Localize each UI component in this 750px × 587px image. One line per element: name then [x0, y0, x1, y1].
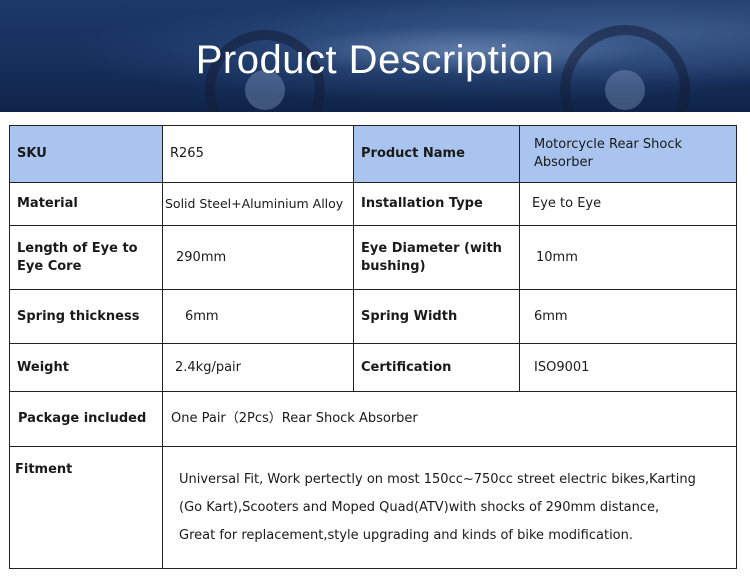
label-eye-diameter: Eye Diameter (with bushing) — [353, 225, 520, 290]
value-weight: 2.4kg/pair — [162, 343, 354, 392]
banner: Product Description — [0, 0, 750, 112]
value-certification: ISO9001 — [519, 343, 737, 392]
table-row: Length of Eye to Eye Core 290mm Eye Diam… — [9, 225, 737, 290]
table-row: SKU R265 Product Name Motorcycle Rear Sh… — [9, 125, 737, 183]
table-row: Spring thickness 6mm Spring Width 6mm — [9, 289, 737, 344]
value-spring-thickness: 6mm — [162, 289, 354, 344]
fitment-line: Great for replacement,style upgrading an… — [179, 527, 634, 543]
label-package-included: Package included — [9, 391, 163, 447]
value-fitment: Universal Fit, Work pertectly on most 15… — [162, 446, 737, 569]
label-weight: Weight — [9, 343, 163, 392]
value-spring-width: 6mm — [519, 289, 737, 344]
table-row: Weight 2.4kg/pair Certification ISO9001 — [9, 343, 737, 392]
value-sku: R265 — [162, 125, 354, 183]
value-eye-length: 290mm — [162, 225, 354, 290]
page-title: Product Description — [195, 38, 555, 82]
label-spring-thickness: Spring thickness — [9, 289, 163, 344]
label-sku: SKU — [9, 125, 163, 183]
value-eye-diameter: 10mm — [519, 225, 737, 290]
spec-table: SKU R265 Product Name Motorcycle Rear Sh… — [9, 125, 737, 569]
table-row: Material Solid Steel+Aluminium Alloy Ins… — [9, 182, 737, 226]
value-installation-type: Eye to Eye — [519, 182, 737, 226]
fitment-line: (Go Kart),Scooters and Moped Quad(ATV)wi… — [179, 499, 660, 515]
table-row: Fitment Universal Fit, Work pertectly on… — [9, 446, 737, 569]
label-spring-width: Spring Width — [353, 289, 520, 344]
label-material: Material — [9, 182, 163, 226]
value-material: Solid Steel+Aluminium Alloy — [162, 182, 354, 226]
fitment-line: Universal Fit, Work pertectly on most 15… — [179, 471, 696, 487]
label-certification: Certification — [353, 343, 520, 392]
label-product-name: Product Name — [353, 125, 520, 183]
label-installation-type: Installation Type — [353, 182, 520, 226]
label-fitment: Fitment — [9, 446, 163, 569]
label-eye-length: Length of Eye to Eye Core — [9, 225, 163, 290]
table-row: Package included One Pair（2Pcs）Rear Shoc… — [9, 391, 737, 447]
value-package-included: One Pair（2Pcs）Rear Shock Absorber — [162, 391, 737, 447]
value-product-name: Motorcycle Rear Shock Absorber — [519, 125, 737, 183]
